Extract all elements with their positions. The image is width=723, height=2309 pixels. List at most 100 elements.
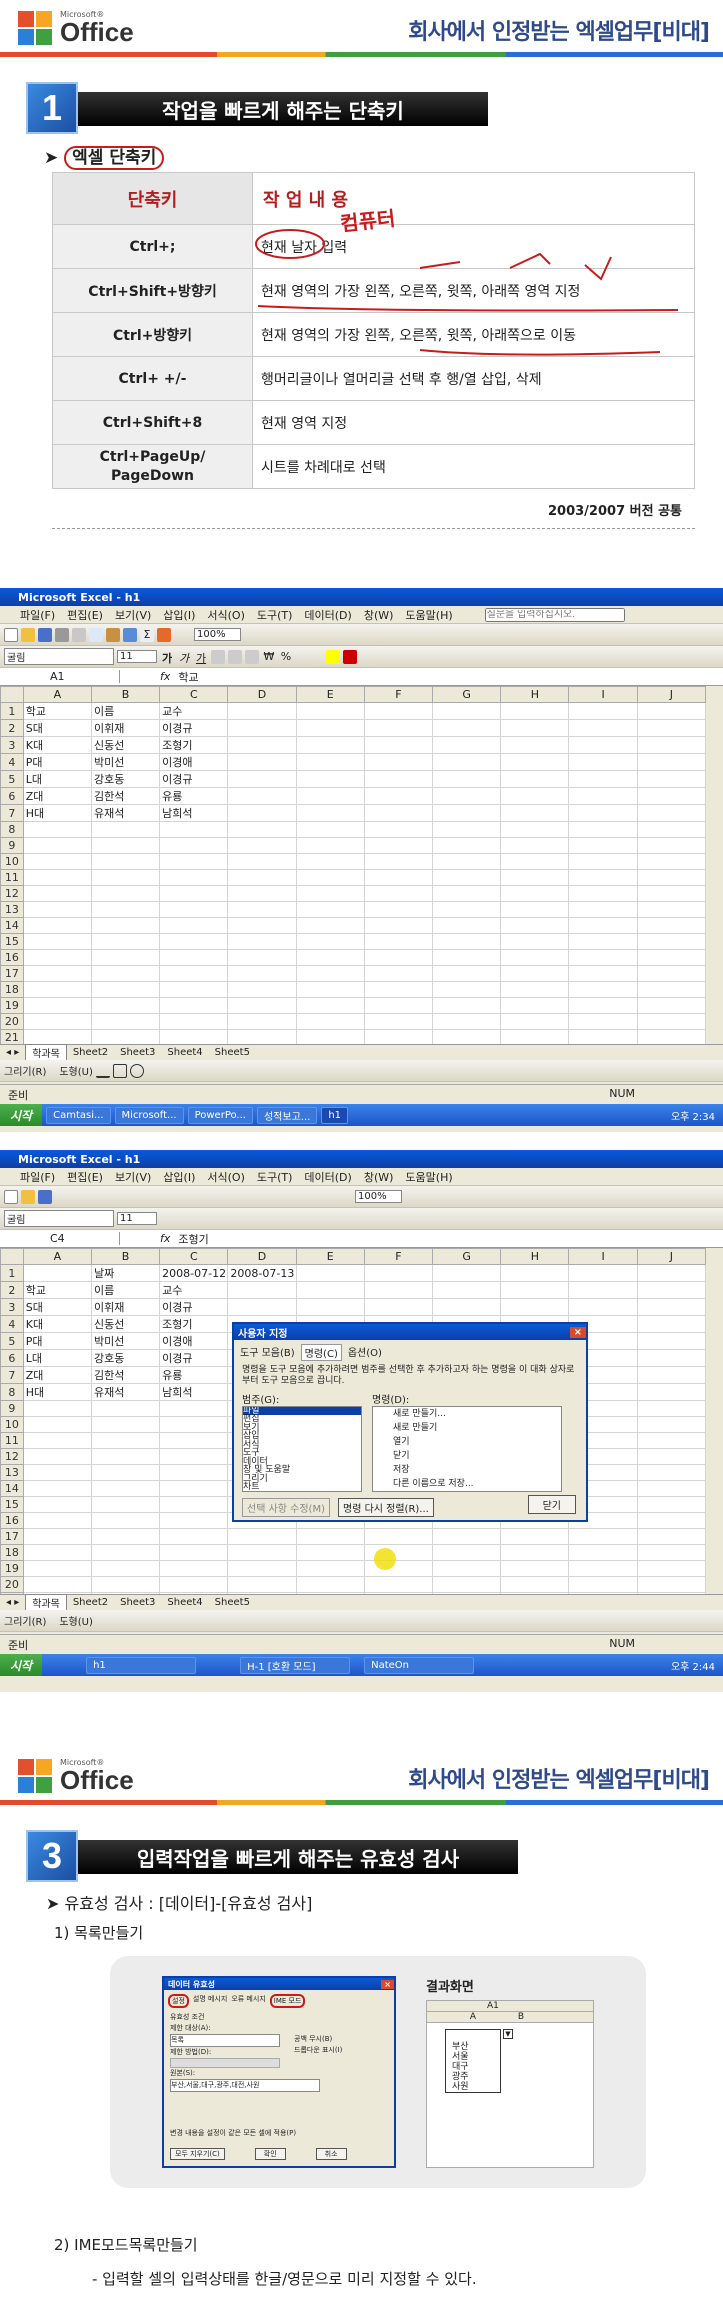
- menu-window[interactable]: 창(W): [364, 1169, 394, 1185]
- menu-tools[interactable]: 도구(T): [257, 607, 293, 623]
- cell[interactable]: [22, 1464, 92, 1481]
- column-header[interactable]: I: [568, 686, 638, 703]
- mini-dropdown[interactable]: 부산 서울 대구 광주 사원: [445, 2029, 501, 2093]
- cell[interactable]: 김한석: [90, 1366, 161, 1384]
- cell[interactable]: [295, 1013, 365, 1030]
- shapes-menu[interactable]: 도형(U): [59, 1613, 93, 1628]
- cell[interactable]: [636, 1400, 707, 1417]
- cell[interactable]: [636, 917, 707, 934]
- column-header[interactable]: D: [227, 1248, 297, 1265]
- select-all-corner[interactable]: [0, 1248, 24, 1265]
- cell[interactable]: 신동선: [90, 1315, 161, 1333]
- cell[interactable]: [295, 702, 365, 720]
- cell[interactable]: 이름: [90, 1281, 161, 1299]
- cell[interactable]: 이경규: [159, 719, 229, 737]
- cell[interactable]: [500, 770, 570, 788]
- tab-settings[interactable]: 설정: [168, 1994, 189, 2008]
- new-icon[interactable]: [4, 627, 18, 642]
- cell[interactable]: [227, 1298, 297, 1316]
- cell[interactable]: [636, 1448, 707, 1465]
- cell[interactable]: L대: [22, 770, 92, 788]
- cell[interactable]: [295, 736, 365, 754]
- cell[interactable]: [22, 821, 92, 838]
- cell[interactable]: [363, 901, 434, 918]
- cell[interactable]: [432, 1281, 502, 1299]
- tab-input-message[interactable]: 설명 메시지: [193, 1994, 227, 2008]
- tab-sheet[interactable]: Sheet5: [209, 1047, 256, 1058]
- cell[interactable]: [636, 719, 707, 737]
- cell[interactable]: [500, 837, 570, 854]
- cell[interactable]: [636, 1315, 707, 1333]
- cell[interactable]: [90, 1416, 161, 1433]
- row-header[interactable]: 9: [0, 837, 24, 854]
- menu-window[interactable]: 창(W): [364, 607, 394, 623]
- clear-all-button[interactable]: 모두 지우기(C): [170, 2148, 225, 2160]
- cell[interactable]: [227, 1013, 297, 1030]
- cell[interactable]: [500, 821, 570, 838]
- cell[interactable]: [636, 1528, 707, 1545]
- list-item[interactable]: 부산: [452, 2042, 500, 2052]
- tab-sheet[interactable]: Sheet4: [161, 1597, 208, 1608]
- category-list[interactable]: 파일 편집 보기 삽입 서식 도구 데이터 창 및 도움말 그리기 차트: [242, 1405, 362, 1492]
- column-header[interactable]: H: [500, 686, 570, 703]
- cell[interactable]: [363, 719, 434, 737]
- column-header[interactable]: E: [295, 1248, 365, 1265]
- cell[interactable]: [90, 1544, 161, 1561]
- cell[interactable]: [568, 1560, 638, 1577]
- cell[interactable]: [90, 1448, 161, 1465]
- cell[interactable]: 남희석: [159, 804, 229, 822]
- cell[interactable]: [295, 1264, 365, 1282]
- bold-icon[interactable]: 가: [160, 650, 174, 665]
- column-header[interactable]: F: [363, 686, 434, 703]
- cell[interactable]: P대: [22, 753, 92, 771]
- cell[interactable]: [227, 997, 297, 1014]
- cell[interactable]: 조형기: [159, 736, 229, 754]
- task-item[interactable]: 성적보고...: [256, 1106, 318, 1124]
- cell[interactable]: [227, 981, 297, 998]
- cell[interactable]: [363, 1013, 434, 1030]
- cell[interactable]: [636, 736, 707, 754]
- cell[interactable]: [295, 753, 365, 771]
- cell[interactable]: [636, 1560, 707, 1577]
- cell[interactable]: [159, 917, 229, 934]
- cell[interactable]: [22, 885, 92, 902]
- cell[interactable]: P대: [22, 1332, 92, 1350]
- cell[interactable]: [432, 1544, 502, 1561]
- column-header[interactable]: I: [568, 1248, 638, 1265]
- cell[interactable]: 조형기: [159, 1315, 229, 1333]
- row-header[interactable]: 11: [0, 869, 24, 886]
- cell[interactable]: [432, 702, 502, 720]
- cell[interactable]: [90, 933, 161, 950]
- modify-selection-button[interactable]: 선택 사항 수정(M): [242, 1497, 330, 1517]
- list-item[interactable]: 파일: [243, 1406, 361, 1416]
- cell[interactable]: [432, 1264, 502, 1282]
- open-icon[interactable]: [21, 1189, 35, 1204]
- cell[interactable]: [636, 753, 707, 771]
- cell[interactable]: [90, 1464, 161, 1481]
- row-header[interactable]: 15: [0, 1496, 24, 1513]
- cell[interactable]: [363, 736, 434, 754]
- cell[interactable]: [22, 837, 92, 854]
- allow-select[interactable]: 목록: [170, 2034, 280, 2047]
- tab-commands[interactable]: 명령(C): [300, 1344, 342, 1361]
- cell[interactable]: [568, 997, 638, 1014]
- cell[interactable]: [22, 869, 92, 886]
- cell[interactable]: [295, 981, 365, 998]
- cell[interactable]: L대: [22, 1349, 92, 1367]
- cell[interactable]: [295, 997, 365, 1014]
- cell[interactable]: [227, 965, 297, 982]
- align-right-icon[interactable]: [245, 649, 259, 664]
- cell[interactable]: [636, 1298, 707, 1316]
- cell[interactable]: [500, 787, 570, 805]
- cell[interactable]: [500, 869, 570, 886]
- column-header[interactable]: D: [227, 686, 297, 703]
- cell[interactable]: [568, 1576, 638, 1593]
- menu-insert[interactable]: 삽입(I): [163, 1169, 195, 1185]
- cell[interactable]: [636, 933, 707, 950]
- cell[interactable]: [636, 1544, 707, 1561]
- cell[interactable]: [636, 1576, 707, 1593]
- cell[interactable]: [227, 1576, 297, 1593]
- column-header[interactable]: E: [295, 686, 365, 703]
- row-header[interactable]: 14: [0, 917, 24, 934]
- cell[interactable]: [568, 770, 638, 788]
